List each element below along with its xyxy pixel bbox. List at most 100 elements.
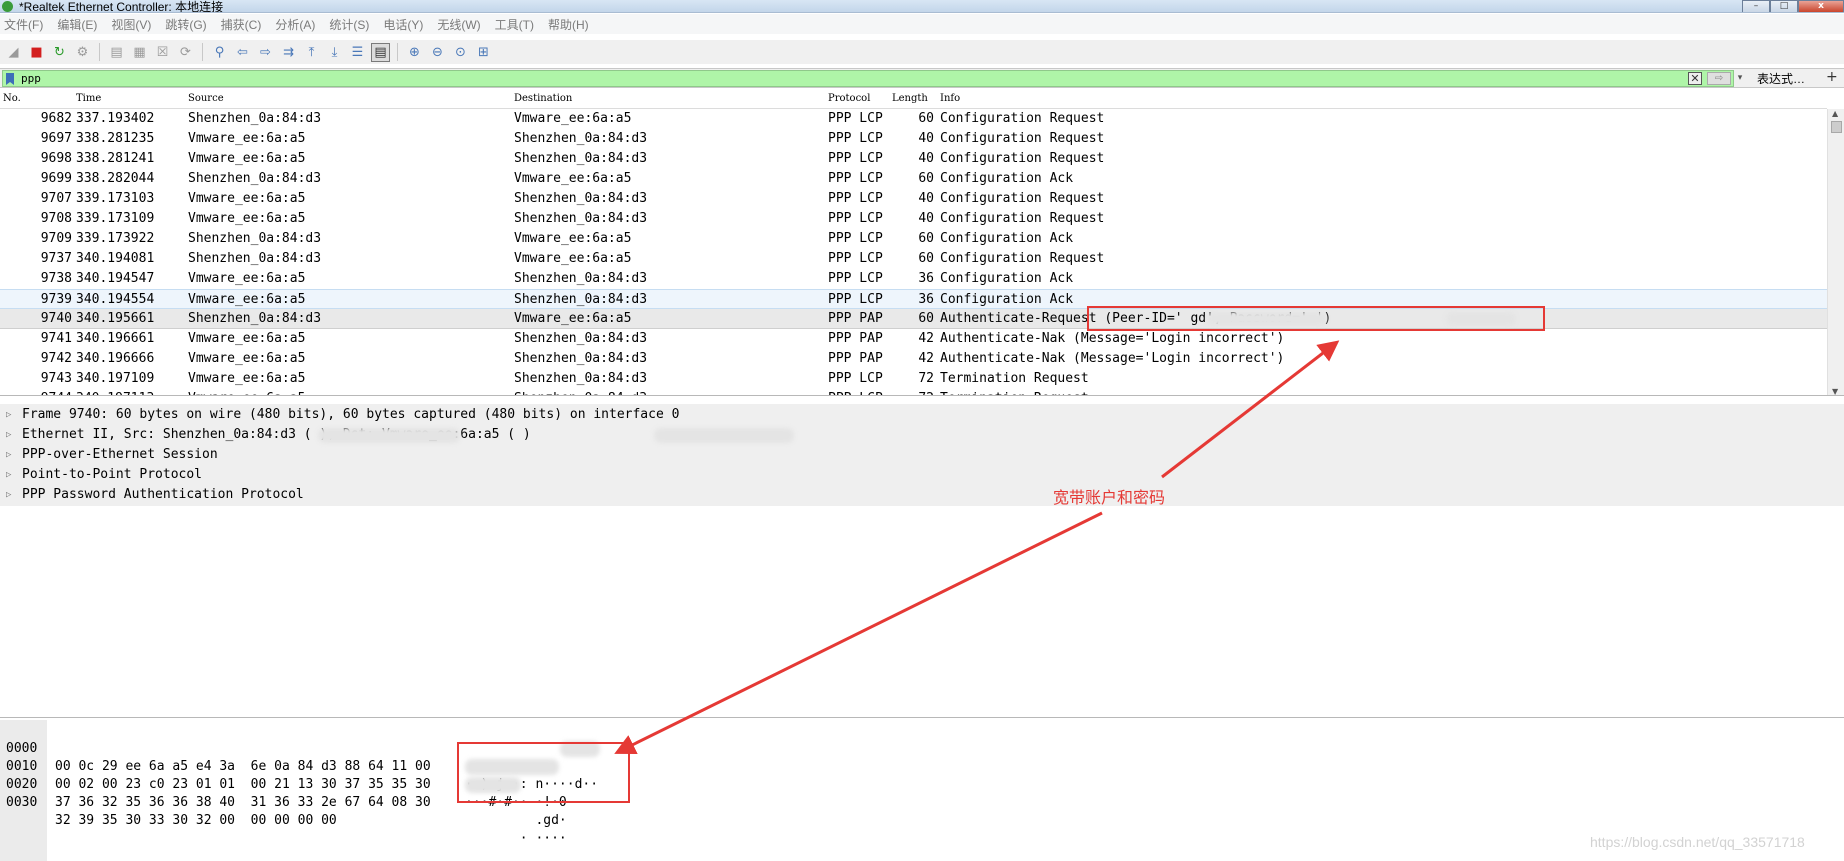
menu-view[interactable]: 视图(V) [111,16,151,33]
go-first-icon[interactable]: ⤒ [302,43,321,62]
autoscroll-icon[interactable]: ☰ [348,43,367,62]
packet-source: Shenzhen_0a:84:d3 [188,111,322,126]
save-file-icon[interactable]: ▦ [130,43,149,62]
scrollbar-thumb[interactable] [1831,121,1842,133]
packet-row[interactable]: 9708 339.173109 Vmware_ee:6a:a5 Shenzhen_0a… [0,209,1827,229]
filter-history-dropdown-icon[interactable]: ▾ [1733,72,1747,85]
packet-row[interactable]: 9744 340.197113 Vmware_ee:6a:a5 Shenzhen_0a… [0,389,1827,395]
packet-source: Vmware_ee:6a:a5 [188,271,306,286]
go-forward-icon[interactable]: ⇨ [256,43,275,62]
packet-row[interactable]: 9739 340.194554 Vmware_ee:6a:a5 Shenzhen_0a… [0,289,1827,309]
menu-wireless[interactable]: 无线(W) [437,16,480,33]
shark-fin-icon[interactable]: ◢ [4,43,23,62]
menu-file[interactable]: 文件(F) [4,16,43,33]
menu-analyze[interactable]: 分析(A) [275,16,315,33]
column-header-destination[interactable]: Destination [514,93,572,104]
packet-protocol: PPP LCP [828,389,883,395]
close-button[interactable]: x [1798,0,1844,12]
expression-button[interactable]: 表达式… [1757,70,1805,87]
packet-length: 40 [918,191,934,206]
restart-capture-icon[interactable]: ↻ [50,43,69,62]
column-header-length[interactable]: Length [892,93,928,104]
packet-protocol: PPP LCP [828,111,883,126]
bookmark-icon[interactable] [6,73,14,85]
packet-row[interactable]: 9707 339.173103 Vmware_ee:6a:a5 Shenzhen_0a… [0,189,1827,209]
packet-row[interactable]: 9682 337.193402 Shenzhen_0a:84:d3 Vmware_ee… [0,109,1827,129]
menu-capture[interactable]: 捕获(C) [221,16,262,33]
menu-help[interactable]: 帮助(H) [548,16,589,33]
display-filter-input[interactable]: ppp ✕ ⇨ ▾ [2,70,1742,87]
packet-length: 60 [918,231,934,246]
maximize-button[interactable]: □ [1770,0,1798,12]
zoom-in-icon[interactable]: ⊕ [405,43,424,62]
packet-row[interactable]: 9737 340.194081 Shenzhen_0a:84:d3 Vmware_ee… [0,249,1827,269]
zoom-normal-icon[interactable]: ⊙ [451,43,470,62]
hex-row[interactable]: 0010 00 02 00 23 c0 23 01 01 00 21 13 30… [0,740,567,810]
watermark: https://blog.csdn.net/qq_33571718 [1590,834,1805,850]
colorize-icon[interactable]: ▤ [371,42,390,62]
hex-row[interactable]: 0000 00 0c 29 ee 6a a5 e4 3a 6e 0a 84 d3… [0,722,598,792]
packet-source: Shenzhen_0a:84:d3 [188,231,322,246]
packet-source: Vmware_ee:6a:a5 [188,351,306,366]
packet-row[interactable]: 9709 339.173922 Shenzhen_0a:84:d3 Vmware_ee… [0,229,1827,249]
column-header-time[interactable]: Time [76,93,101,104]
capture-options-icon[interactable]: ⚙ [73,43,92,62]
packet-row[interactable]: 9697 338.281235 Vmware_ee:6a:a5 Shenzhen_0a… [0,129,1827,149]
menu-edit[interactable]: 编辑(E) [57,16,97,33]
packet-time: 340.196666 [76,351,155,366]
expand-arrow-icon[interactable]: ▷ [6,425,11,445]
go-last-icon[interactable]: ⤓ [325,43,344,62]
reload-file-icon[interactable]: ⟳ [176,43,195,62]
clear-filter-icon[interactable]: ✕ [1688,72,1702,85]
packet-row[interactable]: 9742 340.196666 Vmware_ee:6a:a5 Shenzhen_0a… [0,349,1827,369]
column-header-source[interactable]: Source [188,93,224,104]
resize-columns-icon[interactable]: ⊞ [474,43,493,62]
packet-row[interactable]: 9741 340.196661 Vmware_ee:6a:a5 Shenzhen_0a… [0,329,1827,349]
packet-protocol: PPP LCP [828,271,883,286]
packet-row[interactable]: 9743 340.197109 Vmware_ee:6a:a5 Shenzhen_0a… [0,369,1827,389]
apply-filter-icon[interactable]: ⇨ [1707,72,1731,85]
packet-list-scrollbar[interactable]: ▲ ▼ [1827,109,1844,395]
packet-info: Authenticate-Nak (Message='Login incorre… [940,331,1285,346]
packet-time: 339.173109 [76,211,155,226]
packet-number: 9742 [40,351,72,366]
packet-time: 337.193402 [76,111,155,126]
toolbar-divider [202,43,203,61]
packet-row[interactable]: 9738 340.194547 Vmware_ee:6a:a5 Shenzhen_0a… [0,269,1827,289]
scroll-down-icon[interactable]: ▼ [1832,387,1838,395]
column-header-protocol[interactable]: Protocol [828,93,870,104]
stop-capture-icon[interactable]: ■ [27,43,46,62]
go-back-icon[interactable]: ⇦ [233,43,252,62]
hex-row[interactable]: 0030 32 39 35 30 33 30 32 00 00 00 00 00… [0,776,567,846]
packet-row[interactable]: 9699 338.282044 Shenzhen_0a:84:d3 Vmware_ee… [0,169,1827,189]
minimize-button[interactable]: – [1742,0,1770,12]
scroll-up-icon[interactable]: ▲ [1832,109,1838,118]
packet-destination: Vmware_ee:6a:a5 [514,231,632,246]
menu-telephony[interactable]: 电话(Y) [383,16,423,33]
add-filter-button[interactable]: + [1826,69,1838,85]
packet-number: 9698 [40,151,72,166]
menu-go[interactable]: 跳转(G) [165,16,206,33]
packet-length: 40 [918,211,934,226]
menu-statistics[interactable]: 统计(S) [329,16,369,33]
toolbar-divider [99,43,100,61]
hex-row[interactable]: 0020 37 36 32 35 36 36 38 40 31 36 33 2e… [0,758,567,828]
packet-row[interactable]: 9698 338.281241 Vmware_ee:6a:a5 Shenzhen_0a… [0,149,1827,169]
zoom-out-icon[interactable]: ⊖ [428,43,447,62]
packet-source: Vmware_ee:6a:a5 [188,331,306,346]
menu-tools[interactable]: 工具(T) [495,16,534,33]
go-to-packet-icon[interactable]: ⇉ [279,43,298,62]
expand-arrow-icon[interactable]: ▷ [6,445,11,465]
column-header-no[interactable]: No. [3,93,21,104]
packet-row[interactable]: 9740 340.195661 Shenzhen_0a:84:d3 Vmware_ee… [0,309,1827,329]
close-file-icon[interactable]: ☒ [153,43,172,62]
expand-arrow-icon[interactable]: ▷ [6,405,11,425]
column-header-info[interactable]: Info [940,93,960,104]
packet-protocol: PPP PAP [828,331,883,346]
packet-info: Configuration Request [940,211,1105,226]
filter-text[interactable]: ppp [21,71,41,86]
expand-arrow-icon[interactable]: ▷ [6,485,11,505]
open-file-icon[interactable]: ▤ [107,43,126,62]
expand-arrow-icon[interactable]: ▷ [6,465,11,485]
find-packet-icon[interactable]: ⚲ [210,43,229,62]
